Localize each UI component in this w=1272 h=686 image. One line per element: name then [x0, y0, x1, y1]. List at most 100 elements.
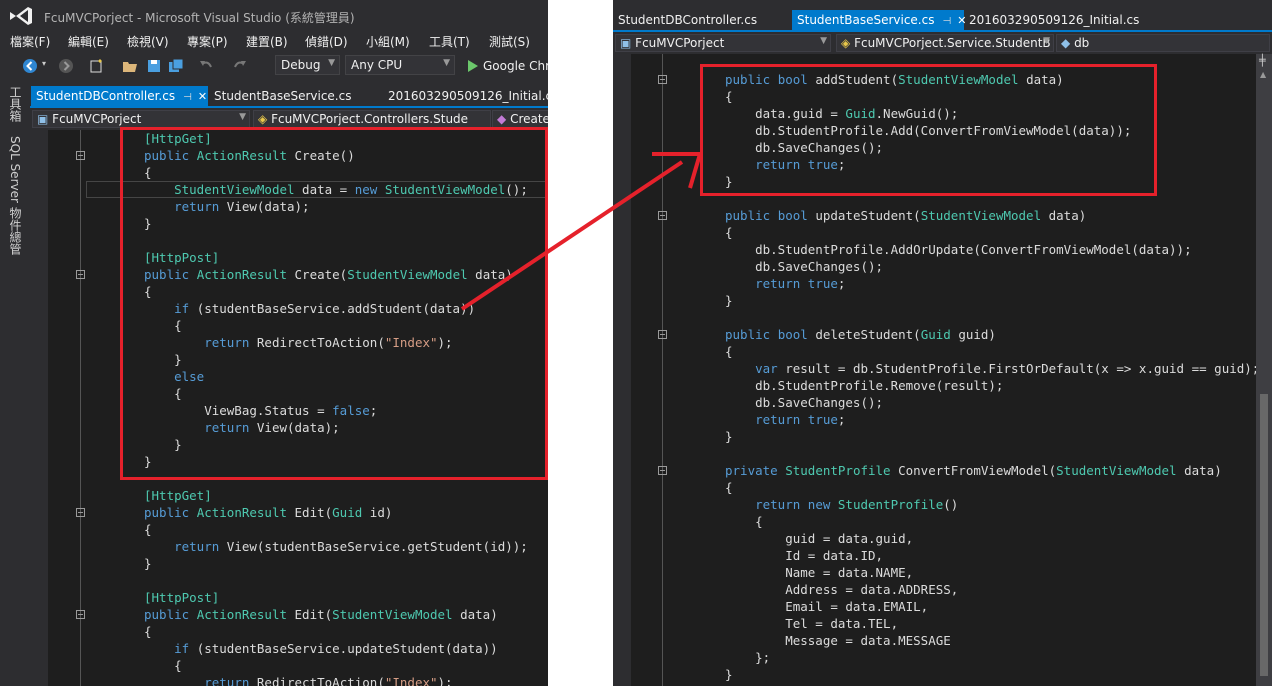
back-dropdown-icon[interactable]: ▾: [42, 59, 46, 68]
chevron-down-icon: ▼: [239, 112, 246, 122]
platform-value: Any CPU: [351, 58, 403, 72]
window-title: FcuMVCPorject - Microsoft Visual Studio …: [44, 11, 355, 25]
vertical-scrollbar[interactable]: ╪ ▲: [1256, 54, 1272, 686]
save-icon[interactable]: [146, 58, 162, 74]
outline-guide: [662, 54, 663, 686]
code-line: {: [144, 623, 152, 640]
code-line: Address = data.ADDRESS,: [725, 581, 958, 598]
code-token: db.SaveChanges();: [725, 395, 884, 410]
code-line: {: [725, 479, 733, 496]
code-token: data): [1176, 463, 1222, 478]
project-dropdown[interactable]: ▣ FcuMVCPorject ▼: [615, 34, 831, 52]
code-line: return true;: [725, 411, 845, 428]
code-line: }: [725, 292, 733, 309]
member-dropdown[interactable]: ◆ db: [1056, 34, 1270, 52]
glyph-margin: [613, 54, 631, 686]
class-dropdown[interactable]: ◈ FcuMVCPorject.Service.StudentB ▼: [836, 34, 1054, 52]
code-token: bool: [777, 208, 816, 223]
collapse-region-icon[interactable]: [76, 610, 85, 619]
code-token: Id = data.ID,: [725, 548, 884, 563]
code-token: guid = data.guid,: [725, 531, 914, 546]
undo-icon[interactable]: [198, 58, 214, 74]
class-dropdown[interactable]: ◈ FcuMVCPorject.Controllers.Stude: [253, 110, 491, 128]
chevron-down-icon: ▼: [328, 58, 335, 68]
code-token: }: [725, 293, 733, 308]
code-line: [HttpGet]: [144, 487, 212, 504]
tab-initial-migration[interactable]: 201603290509126_Initial.cs: [964, 10, 1139, 30]
configuration-dropdown[interactable]: Debug ▼: [275, 55, 340, 75]
redo-icon[interactable]: [232, 58, 248, 74]
code-line: public bool updateStudent(StudentViewMod…: [725, 207, 1086, 224]
collapse-region-icon[interactable]: [658, 466, 667, 475]
platform-dropdown[interactable]: Any CPU ▼: [345, 55, 455, 75]
scrollbar-thumb[interactable]: [1260, 394, 1268, 676]
code-token: );: [437, 675, 453, 686]
code-token: }: [725, 429, 733, 444]
menu-project[interactable]: 專案(P): [187, 33, 228, 50]
menu-build[interactable]: 建置(B): [246, 33, 288, 50]
collapse-region-icon[interactable]: [76, 151, 85, 160]
right-vs-window: StudentDBController.cs StudentBaseServic…: [613, 0, 1272, 686]
collapse-region-icon[interactable]: [76, 270, 85, 279]
sql-server-explorer-tab[interactable]: SQL Server 物件總管: [7, 136, 24, 255]
forward-icon[interactable]: [58, 58, 74, 74]
code-token: data): [1041, 208, 1087, 223]
menu-debug[interactable]: 偵錯(D): [305, 33, 348, 50]
toolbox-tab[interactable]: 工具箱: [7, 86, 24, 122]
tab-label: StudentDBController.cs: [36, 89, 176, 103]
collapse-region-icon[interactable]: [658, 75, 667, 84]
open-file-icon[interactable]: [122, 58, 138, 74]
visual-studio-logo-icon: [10, 7, 32, 25]
menu-team[interactable]: 小組(M): [366, 33, 410, 50]
code-token: new: [807, 497, 838, 512]
code-line: {: [725, 224, 733, 241]
menu-view[interactable]: 檢視(V): [127, 33, 169, 50]
tab-initial-migration[interactable]: 201603290509126_Initial.cs: [383, 86, 548, 106]
code-token: (): [943, 497, 959, 512]
menu-test[interactable]: 測試(S): [489, 33, 530, 50]
code-token: ConvertFromViewModel(: [890, 463, 1057, 478]
tab-studentdbcontroller[interactable]: StudentDBController.cs: [613, 10, 789, 30]
chevron-down-icon: ▼: [443, 58, 450, 68]
code-line: Id = data.ID,: [725, 547, 883, 564]
outline-guide: [80, 130, 81, 686]
project-dropdown[interactable]: ▣ FcuMVCPorject ▼: [32, 110, 250, 128]
menu-edit[interactable]: 編輯(E): [68, 33, 109, 50]
run-target-label[interactable]: Google Chr: [483, 59, 548, 73]
collapse-region-icon[interactable]: [76, 508, 85, 517]
pin-icon[interactable]: ⊣: [942, 16, 951, 27]
menu-tools[interactable]: 工具(T): [429, 33, 470, 50]
collapse-region-icon[interactable]: [658, 211, 667, 220]
code-token: RedirectToAction(: [256, 675, 385, 686]
close-icon[interactable]: ✕: [198, 90, 207, 103]
tab-studentbaseservice[interactable]: StudentBaseService.cs: [209, 86, 369, 106]
code-line: }: [725, 428, 733, 445]
tab-studentbaseservice[interactable]: StudentBaseService.cs ⊣ ✕: [792, 10, 966, 30]
standard-toolbar: ▾ Debug ▼ Any CPU ▼ Google Chr: [0, 53, 548, 79]
left-vs-window: FcuMVCPorject - Microsoft Visual Studio …: [0, 0, 548, 686]
code-token: StudentViewModel: [1056, 463, 1177, 478]
back-icon[interactable]: [22, 58, 38, 74]
tab-studentdbcontroller[interactable]: StudentDBController.cs ⊣ ✕: [31, 86, 208, 106]
code-token: View(studentBaseService.getStudent(id));: [226, 539, 528, 554]
code-token: [HttpGet]: [144, 488, 212, 503]
collapse-region-icon[interactable]: [658, 330, 667, 339]
menu-file[interactable]: 檔案(F): [10, 33, 50, 50]
new-project-icon[interactable]: [88, 58, 104, 74]
code-token: Tel = data.TEL,: [725, 616, 899, 631]
split-icon[interactable]: ╪: [1259, 54, 1266, 67]
start-debug-icon[interactable]: [464, 58, 480, 74]
pin-icon[interactable]: ⊣: [183, 92, 192, 103]
code-token: Edit(: [287, 505, 333, 520]
member-dropdown[interactable]: ◆ Create(): [492, 110, 548, 128]
code-token: StudentViewModel: [332, 607, 453, 622]
code-token: if: [174, 641, 197, 656]
save-all-icon[interactable]: [168, 58, 184, 74]
member-value: Create(): [510, 112, 548, 126]
scroll-up-icon[interactable]: ▲: [1260, 70, 1266, 79]
menu-bar: 檔案(F) 編輯(E) 檢視(V) 專案(P) 建置(B) 偵錯(D) 小組(M…: [0, 31, 548, 51]
chevron-down-icon: ▼: [820, 36, 827, 46]
